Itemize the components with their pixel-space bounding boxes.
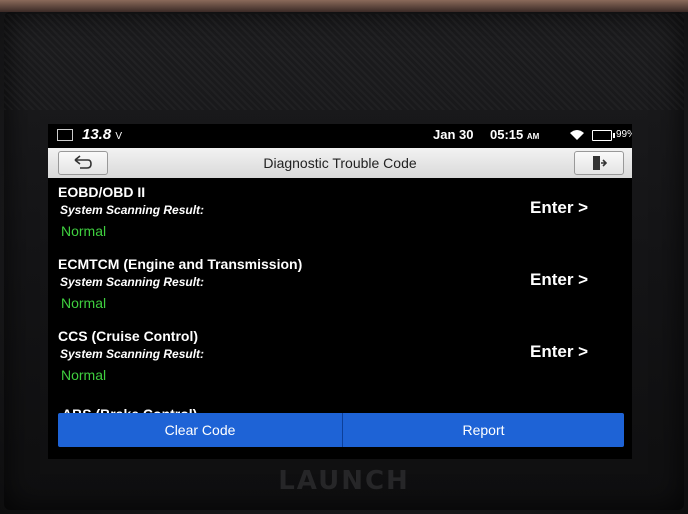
am-pm-indicator: AM: [526, 132, 540, 141]
exit-button[interactable]: [574, 151, 624, 175]
battery-percent: 99%: [616, 129, 632, 140]
status-bar: 13.8 V Jan 30 05:15 AM 99%: [48, 124, 632, 146]
clear-code-button[interactable]: Clear Code: [58, 413, 343, 447]
enter-button[interactable]: Enter >: [530, 342, 588, 362]
action-bar: Clear Code Report: [58, 413, 624, 447]
exit-door-icon: [593, 156, 607, 170]
voltage-readout: 13.8 V: [82, 126, 123, 143]
background-strip: [0, 0, 688, 12]
scan-result-label: System Scanning Result:: [60, 275, 205, 289]
system-list: EOBD/OBD II System Scanning Result: Norm…: [48, 184, 632, 400]
wifi-icon: [570, 130, 584, 140]
scan-result-value: Normal: [61, 223, 107, 239]
enter-button[interactable]: Enter >: [530, 270, 588, 290]
report-button[interactable]: Report: [343, 413, 624, 447]
scan-result-value: Normal: [61, 295, 107, 311]
battery-icon: [592, 130, 615, 141]
system-name: EOBD/OBD II: [58, 184, 146, 200]
device-screen: 13.8 V Jan 30 05:15 AM 99% Diagnostic Tr…: [48, 124, 632, 459]
page-title: Diagnostic Trouble Code: [263, 155, 417, 171]
bezel-texture: [4, 14, 684, 110]
car-battery-icon: [57, 129, 73, 141]
status-date: Jan 30: [433, 127, 474, 142]
brand-logo: LAUNCH: [278, 466, 410, 496]
scan-result-value: Normal: [61, 367, 107, 383]
status-time: 05:15 AM: [490, 127, 540, 142]
list-item: ECMTCM (Engine and Transmission) System …: [48, 256, 632, 328]
enter-button[interactable]: Enter >: [530, 198, 588, 218]
list-item: EOBD/OBD II System Scanning Result: Norm…: [48, 184, 632, 256]
system-name: CCS (Cruise Control): [58, 328, 198, 344]
scan-result-label: System Scanning Result:: [60, 203, 205, 217]
list-item: CCS (Cruise Control) System Scanning Res…: [48, 328, 632, 400]
scan-result-label: System Scanning Result:: [60, 347, 205, 361]
system-name: ECMTCM (Engine and Transmission): [58, 256, 303, 272]
title-bar: Diagnostic Trouble Code: [48, 148, 632, 178]
voltage-unit: V: [115, 131, 123, 142]
